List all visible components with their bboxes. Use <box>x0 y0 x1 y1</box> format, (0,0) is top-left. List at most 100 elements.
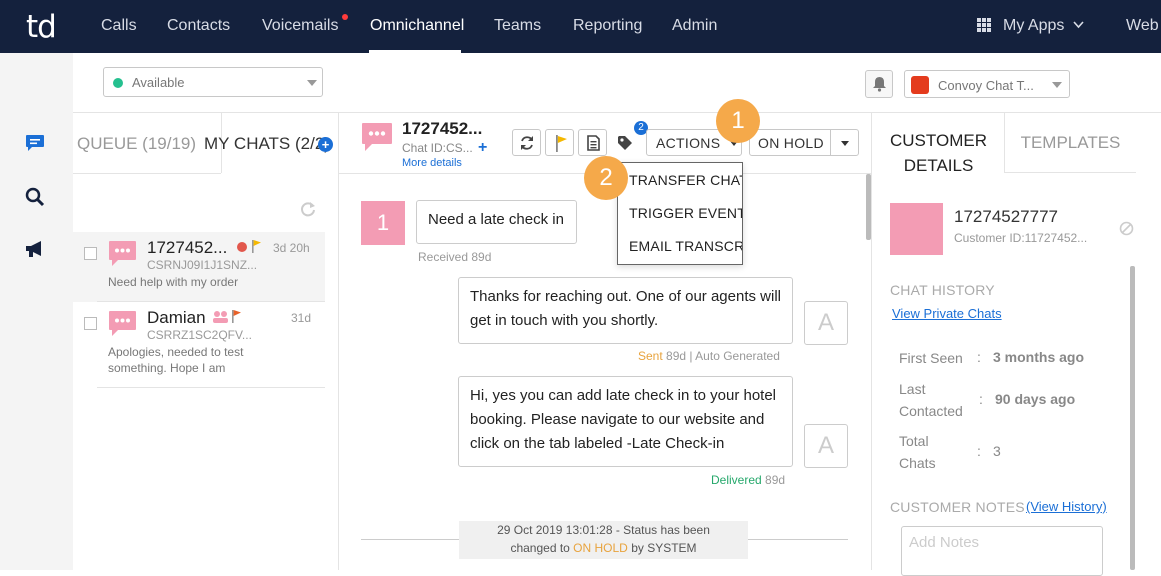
conversation-title: 1727452... <box>402 119 483 138</box>
document-icon <box>587 135 600 151</box>
incoming-message: Need a late check in <box>416 200 577 244</box>
view-history-link[interactable]: (View History) <box>1026 499 1107 514</box>
system-status-value: ON HOLD <box>573 541 628 555</box>
chat-time: 31d <box>291 311 312 325</box>
chat-list-item[interactable]: 1727452... 3d 20h CSRNJ09I1J1SNZ... Need… <box>73 232 325 302</box>
menu-item-trigger-event[interactable]: TRIGGER EVENT <box>629 205 742 221</box>
message-status: Delivered <box>711 473 762 487</box>
group-icon <box>213 311 228 323</box>
convoy-logo-icon <box>911 76 929 94</box>
chat-select-checkbox[interactable] <box>84 317 97 330</box>
chat-preview: Apologies, needed to test something. Hop… <box>108 345 244 375</box>
refresh-button[interactable] <box>512 129 541 156</box>
chat-icon[interactable] <box>24 132 46 154</box>
actions-dropdown-menu: TRANSFER CHAT TRIGGER EVENT EMAIL TRANSC… <box>617 162 743 265</box>
chat-list-item[interactable]: Damian 31d CSRRZ1SC2QFV... Apologies, ne… <box>73 302 325 375</box>
status-bar: Available Convoy Chat T... <box>73 53 1161 113</box>
notes-input[interactable]: Add Notes <box>901 526 1103 576</box>
chat-bubble-icon <box>109 311 136 336</box>
chat-name: Damian <box>147 308 206 327</box>
customer-id: Customer ID:11727452... <box>954 231 1088 245</box>
tab-queue[interactable]: QUEUE (19/19) <box>77 134 196 154</box>
flag-button[interactable] <box>545 129 574 156</box>
integration-value: Convoy Chat T... <box>938 78 1034 93</box>
app-logo[interactable]: td <box>26 9 57 45</box>
customer-notes-label: CUSTOMER NOTES <box>890 499 1025 515</box>
status-indicator-dot <box>113 78 123 88</box>
more-details-link[interactable]: More details <box>402 157 462 169</box>
tab-divider <box>73 173 221 174</box>
chat-time: 3d 20h <box>273 241 310 255</box>
agent-avatar: A <box>804 424 848 468</box>
message-time: 89d <box>471 250 492 264</box>
integration-select[interactable]: Convoy Chat T... <box>904 70 1070 98</box>
colon: : <box>979 391 983 407</box>
total-chats-label: Total Chats <box>899 433 936 471</box>
customer-panel-scrollbar[interactable] <box>1130 266 1135 570</box>
tab-customer-details[interactable]: CUSTOMER DETAILS <box>872 113 1005 175</box>
list-divider <box>97 387 325 388</box>
block-icon[interactable] <box>1119 221 1134 236</box>
customer-name: 17274527777 <box>954 207 1059 226</box>
status-dropdown-toggle[interactable] <box>830 129 859 156</box>
nav-admin[interactable]: Admin <box>672 17 717 35</box>
customer-panel: CUSTOMER DETAILS TEMPLATES 17274527777 Cu… <box>871 113 1161 576</box>
refresh-list-icon[interactable] <box>299 200 317 218</box>
chat-list-panel: QUEUE (19/19) MY CHATS (2/2) + 1727452..… <box>73 113 339 570</box>
chat-history-label: CHAT HISTORY <box>890 282 995 298</box>
callout-badge-2: 2 <box>584 156 628 200</box>
megaphone-icon[interactable] <box>24 238 46 260</box>
transcript-button[interactable] <box>578 129 607 156</box>
on-hold-button[interactable]: ON HOLD <box>749 129 831 156</box>
my-apps-chevron-icon[interactable] <box>1073 21 1084 29</box>
flag-icon <box>252 240 261 253</box>
view-private-chats-link[interactable]: View Private Chats <box>892 306 1002 321</box>
outgoing-message: Hi, yes you can add late check in to you… <box>458 376 793 467</box>
new-chat-plus-icon[interactable]: + <box>318 137 333 152</box>
message-status: Received <box>418 250 469 264</box>
chat-select-checkbox[interactable] <box>84 247 97 260</box>
nav-voicemails[interactable]: Voicemails <box>262 17 338 35</box>
tag-icon <box>618 136 632 150</box>
chat-preview: Need help with my order <box>108 275 239 289</box>
tab-my-chats[interactable]: MY CHATS (2/2) <box>204 134 329 154</box>
colon: : <box>977 349 981 365</box>
conversation-panel: 1727452... Chat ID:CS... + More details … <box>339 99 871 570</box>
menu-item-transfer-chat[interactable]: TRANSFER CHAT <box>629 172 742 188</box>
nav-web[interactable]: Web <box>1126 17 1159 35</box>
message-meta: Delivered 89d <box>711 473 785 487</box>
nav-reporting[interactable]: Reporting <box>573 17 642 35</box>
message-meta: Received 89d <box>418 250 491 264</box>
notifications-button[interactable] <box>865 70 893 98</box>
flag-icon <box>556 135 567 152</box>
nav-calls[interactable]: Calls <box>101 17 137 35</box>
last-contacted-value: 90 days ago <box>995 391 1076 407</box>
my-apps-menu[interactable]: My Apps <box>1003 17 1064 35</box>
unread-red-dot <box>237 242 247 252</box>
search-icon[interactable] <box>24 186 46 208</box>
system-message-line1: 29 Oct 2019 13:01:28 - Status has been <box>497 523 710 537</box>
customer-avatar <box>890 203 943 255</box>
availability-value: Available <box>132 75 185 90</box>
integration-caret-icon <box>1052 82 1062 88</box>
menu-item-email-transcript[interactable]: EMAIL TRANSCRIPT <box>629 238 742 254</box>
tab-templates-label: TEMPLATES <box>1020 133 1121 152</box>
first-seen-value: 3 months ago <box>993 349 1085 365</box>
outgoing-message: Thanks for reaching out. One of our agen… <box>458 277 793 344</box>
apps-grid-icon[interactable] <box>977 18 991 32</box>
last-contacted-label: Last Contacted <box>899 381 963 419</box>
system-message-line2: changed to ON HOLD by SYSTEM <box>510 541 697 555</box>
nav-omnichannel[interactable]: Omnichannel <box>370 17 464 35</box>
actions-label: ACTIONS <box>656 135 721 151</box>
nav-teams[interactable]: Teams <box>494 17 541 35</box>
tab-templates[interactable]: TEMPLATES <box>1005 113 1136 173</box>
expand-plus-icon[interactable]: + <box>478 139 487 157</box>
tab-customer-details-label: CUSTOMER DETAILS <box>890 131 987 175</box>
nav-contacts[interactable]: Contacts <box>167 17 230 35</box>
availability-select[interactable]: Available <box>103 67 323 97</box>
voicemail-notification-dot <box>342 14 348 20</box>
top-navbar: td Calls Contacts Voicemails Omnichannel… <box>0 0 1161 53</box>
callout-badge-1: 1 <box>716 99 760 143</box>
left-rail <box>0 53 73 570</box>
chat-id: CSRRZ1SC2QFV... <box>147 328 252 342</box>
